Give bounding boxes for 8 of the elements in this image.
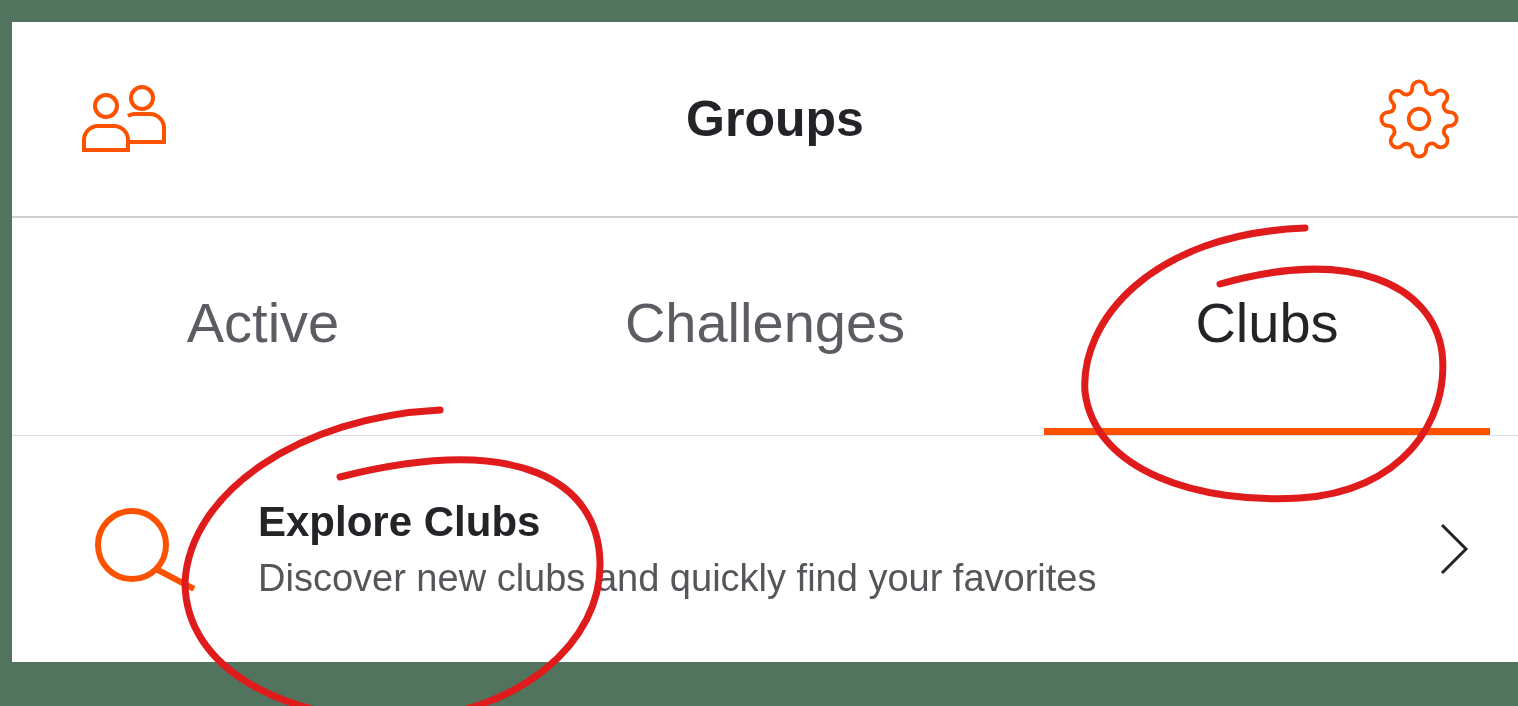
settings-icon[interactable] xyxy=(1378,78,1460,160)
row-title: Explore Clubs xyxy=(258,497,542,547)
page-title: Groups xyxy=(686,89,864,149)
tab[interactable]: Clubs xyxy=(1044,218,1490,435)
search-icon xyxy=(94,507,198,591)
tab[interactable]: Challenges xyxy=(542,218,988,435)
chevron-right-icon xyxy=(1438,522,1470,576)
tab[interactable]: Active xyxy=(40,218,486,435)
